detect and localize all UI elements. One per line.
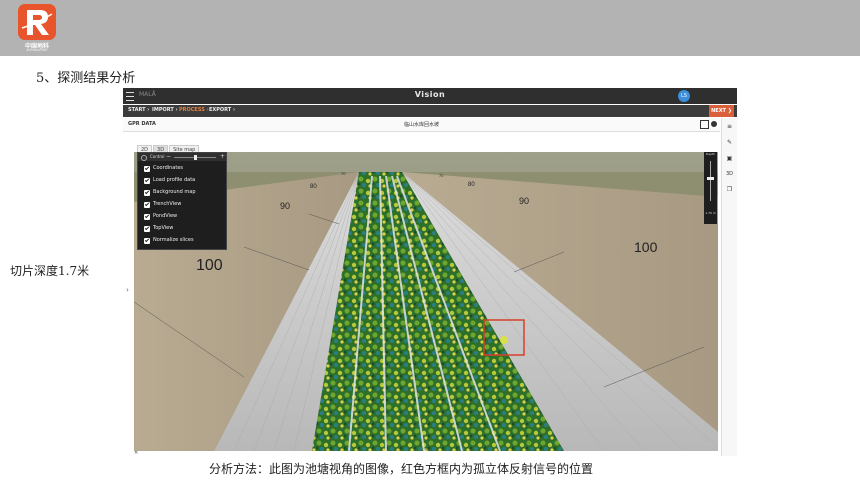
depth-slider-knob[interactable] (707, 177, 714, 180)
fit-view-icon[interactable] (700, 120, 709, 129)
layer-panel-header: Control − + (138, 153, 226, 161)
layer-item-background-map[interactable]: Background map (144, 188, 224, 198)
gpr-data-header: GPR DATA 临山水库回水坡 (123, 118, 720, 132)
settings-icon[interactable] (711, 121, 717, 127)
checkbox-icon[interactable] (144, 178, 150, 184)
step-process[interactable]: PROCESS › (179, 107, 209, 113)
checkbox-icon[interactable] (144, 226, 150, 232)
app-title: Vision (414, 90, 446, 99)
step-export[interactable]: EXPORT › (209, 107, 235, 113)
layer-control-panel: Control − + Coordinates Load profile dat… (137, 152, 227, 250)
pin-icon[interactable]: ✎ (726, 139, 733, 146)
expand-panel-chevron-icon[interactable]: › (123, 283, 132, 297)
layer-label: TopView (153, 225, 174, 231)
layer-label: Load profile data (153, 177, 196, 183)
vision-app-window: MALÅ Vision LS START › IMPORT › PROCESS … (123, 88, 737, 456)
view-mode-tabs: 2D 3D Site map (137, 136, 200, 156)
checkbox-icon[interactable] (144, 166, 150, 172)
right-tool-rail: ≡ ✎ ▣ 3D ❐ (721, 118, 737, 456)
chart-icon[interactable]: ▣ (726, 155, 733, 162)
layer-item-pondview[interactable]: PondView (144, 212, 224, 222)
depth-slider-panel: Depth 1.70 m (704, 152, 717, 224)
layer-label: Background map (153, 189, 196, 195)
layer-label: Coordinates (153, 165, 184, 171)
copy-icon[interactable]: ❐ (726, 186, 733, 193)
layer-item-trenchview[interactable]: TrenchView (144, 200, 224, 210)
logo-english-text: ZHONGDIKE (26, 48, 48, 52)
scene-label-left-far: 80 (310, 184, 317, 190)
scene-label-left-near: 100 (196, 257, 223, 274)
scene-label-left-farthest: 70 (341, 171, 346, 176)
layer-label: Normalize slices (153, 237, 194, 243)
layer-item-normalize-slices[interactable]: Normalize slices (144, 236, 224, 246)
3d-label-icon[interactable]: 3D (726, 171, 733, 178)
layer-header-label: Control (150, 154, 165, 159)
checkbox-icon[interactable] (144, 190, 150, 196)
checkbox-icon[interactable] (144, 214, 150, 220)
app-titlebar: MALÅ Vision LS (123, 88, 737, 104)
layer-item-load-profile-data[interactable]: Load profile data (144, 176, 224, 186)
depth-value-label: 1.70 m (705, 211, 716, 215)
opacity-plus-icon[interactable]: + (220, 153, 225, 160)
scene-label-right-farthest: 70 (439, 173, 444, 178)
slide-top-banner: 中国地科 ZHONGDIKE (0, 0, 860, 56)
slice-depth-label: 切片深度1.7米 (10, 264, 90, 278)
step-import[interactable]: IMPORT › (152, 107, 178, 113)
3d-viewport[interactable]: 100 90 80 70 100 90 80 70 Control − + Co… (134, 152, 718, 451)
close-panel-icon[interactable]: ✕ (134, 450, 138, 456)
user-avatar[interactable]: LS (678, 90, 690, 102)
section-title: 5、探测结果分析 (36, 71, 136, 86)
company-logo: 中国地科 ZHONGDIKE (14, 2, 60, 52)
scene-label-right-mid: 90 (519, 196, 529, 206)
scene-label-right-far: 80 (468, 182, 475, 188)
chevron-up-icon[interactable]: ^ (425, 448, 430, 455)
scene-label-left-mid: 90 (280, 201, 290, 211)
layer-label: PondView (153, 213, 178, 219)
figure-caption: 分析方法：此图为池塘视角的图像，红色方框内为孤立体反射信号的位置 (209, 462, 594, 476)
next-button[interactable]: NEXT ❯ (709, 105, 734, 117)
opacity-slider-knob[interactable] (194, 155, 197, 160)
list-icon[interactable]: ≡ (726, 123, 733, 130)
checkbox-icon[interactable] (144, 238, 150, 244)
step-start[interactable]: START › (128, 107, 149, 113)
layer-item-coordinates[interactable]: Coordinates (144, 164, 224, 174)
layer-item-topview[interactable]: TopView (144, 224, 224, 234)
layer-label: TrenchView (153, 201, 182, 207)
file-name: 临山水库回水坡 (403, 122, 439, 128)
logo-icon (18, 4, 56, 40)
opacity-minus-icon[interactable]: − (166, 153, 171, 160)
checkbox-icon[interactable] (144, 202, 150, 208)
layer-settings-icon[interactable] (141, 155, 147, 161)
workflow-steps-bar: START › IMPORT › PROCESS › EXPORT › (123, 105, 737, 117)
depth-top-label: Depth (705, 152, 716, 156)
scene-label-right-near: 100 (634, 239, 658, 255)
depth-slider-track[interactable] (710, 161, 711, 201)
